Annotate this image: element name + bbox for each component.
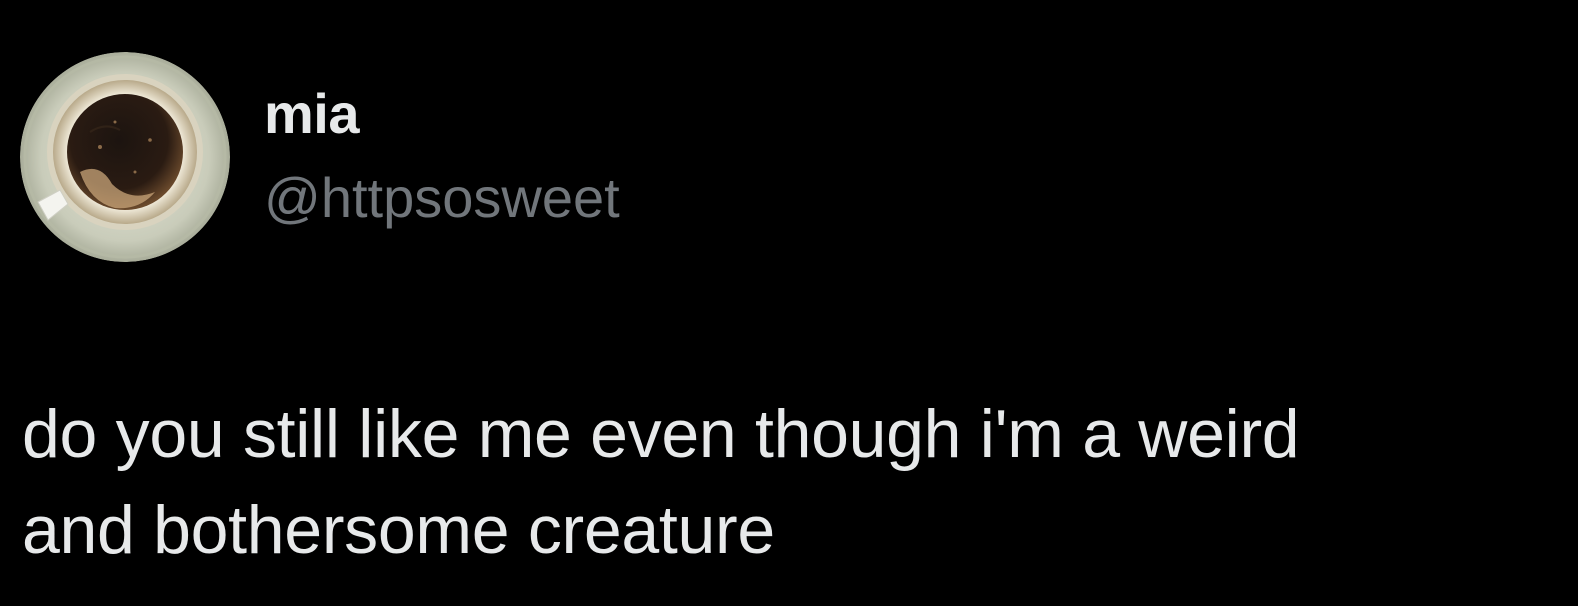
avatar[interactable] xyxy=(20,52,230,262)
tweet-text-line-2: and bothersome creature xyxy=(22,492,775,568)
tweet-text: do you still like me even though i'm a w… xyxy=(22,386,1552,578)
tweet-text-line-1: do you still like me even though i'm a w… xyxy=(22,396,1300,472)
coffee-cup-avatar-icon xyxy=(20,52,230,262)
tweet-card: mia @httpsosweet do you still like me ev… xyxy=(0,0,1578,606)
user-handle[interactable]: @httpsosweet xyxy=(264,170,620,226)
display-name[interactable]: mia xyxy=(264,86,360,142)
